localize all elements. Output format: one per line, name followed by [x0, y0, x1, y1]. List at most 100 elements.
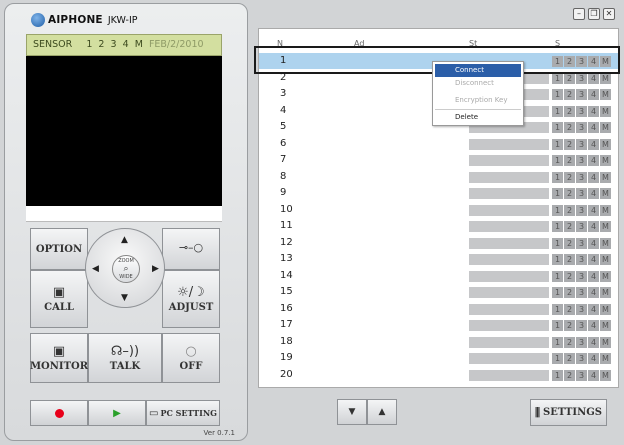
scroll-up-button[interactable]: ▲ — [367, 399, 397, 425]
monitor-indicator: 1 — [552, 320, 563, 331]
list-row[interactable]: 16 1 2 3 4 M — [259, 301, 618, 317]
monitor-indicator: 2 — [564, 221, 575, 232]
monitor-indicator: 1 — [552, 353, 563, 364]
monitor-indicator: M — [600, 353, 611, 364]
monitor-indicator: 2 — [564, 254, 575, 265]
scroll-down-button[interactable]: ▼ — [337, 399, 367, 425]
monitor-indicators: 1234M — [551, 56, 611, 67]
status-bar — [469, 204, 549, 216]
restore-button[interactable]: ❐ — [588, 8, 600, 20]
adjust-button[interactable]: ☼/☽ ADJUST — [162, 270, 220, 328]
monitor-indicator: M — [600, 254, 611, 265]
right-arrow-button[interactable]: ▶ — [152, 264, 159, 274]
list-row[interactable]: 17 1 2 3 4 M — [259, 317, 618, 333]
play-button[interactable]: ▶ — [88, 400, 146, 426]
list-row[interactable]: 8 1234M — [259, 169, 618, 185]
row-number: 20 — [280, 368, 293, 380]
list-row[interactable]: 9 1234M — [259, 185, 618, 201]
monitor-button[interactable]: ▣ MONITOR — [30, 333, 88, 383]
monitor-indicator: 3 — [576, 105, 587, 117]
row-number: 18 — [280, 335, 293, 347]
monitor-indicator: 3 — [576, 254, 587, 265]
up-arrow-button[interactable]: ▲ — [121, 235, 128, 245]
list-row[interactable]: 12 1 2 3 4 M — [259, 235, 618, 251]
sensor-number: 2 — [98, 39, 105, 50]
monitor-indicator: 1 — [552, 204, 563, 216]
monitor-indicator: 4 — [588, 204, 599, 216]
monitor-indicators: 1234M — [551, 320, 611, 331]
row-number: 6 — [280, 137, 287, 149]
status-bar — [469, 287, 549, 298]
monitor-indicator: 4 — [588, 237, 599, 249]
key-button[interactable]: ⊸–○ — [162, 228, 220, 270]
monitor-indicator: 4 — [588, 320, 599, 331]
minimize-button[interactable]: – — [573, 8, 585, 20]
list-row[interactable]: 7 1234M — [259, 152, 618, 168]
sensor-date: FEB/2/2010 — [148, 39, 204, 50]
monitor-indicator: 2 — [564, 122, 575, 133]
record-button[interactable] — [30, 400, 88, 426]
monitor-indicators: 1234M — [551, 72, 611, 84]
row-number: 12 — [280, 236, 293, 248]
list-row[interactable]: 14 1 2 3 4 M — [259, 268, 618, 284]
status-bar — [469, 171, 549, 183]
row-number: 15 — [280, 286, 293, 297]
zoom-button[interactable]: ZOOM ⌕ WIDE — [112, 255, 140, 283]
pc-setting-icon: ▭ — [148, 407, 159, 419]
monitor-indicator: 1 — [552, 72, 563, 84]
call-button[interactable]: ▣ CALL — [30, 270, 88, 328]
menu-item-delete[interactable]: Delete — [435, 111, 521, 124]
monitor-indicator: 1 — [552, 89, 563, 100]
monitor-indicator: 2 — [564, 105, 575, 117]
monitor-indicator: 1 — [552, 254, 563, 265]
down-arrow-button[interactable]: ▼ — [121, 293, 128, 303]
settings-button[interactable]: ⫼ SETTINGS — [530, 399, 607, 426]
list-row[interactable]: 15 1 2 3 4 M — [259, 284, 618, 300]
list-row[interactable]: 20 1 2 3 4 M — [259, 367, 618, 383]
monitor-indicator: 1 — [552, 56, 563, 67]
status-bar — [469, 369, 549, 381]
call-icon: ▣ — [52, 284, 66, 300]
monitor-indicator: 3 — [576, 336, 587, 348]
monitor-indicator: 2 — [564, 287, 575, 298]
talk-button[interactable]: ☊–)) TALK — [88, 333, 162, 383]
monitor-indicator: 2 — [564, 89, 575, 100]
monitor-indicators: 1234M — [551, 155, 611, 166]
monitor-indicator: 3 — [576, 72, 587, 84]
list-row[interactable]: 11 1 2 3 4 M — [259, 218, 618, 234]
sensor-label: SENSOR — [33, 39, 73, 50]
list-row[interactable]: 10 1 2 3 4 M — [259, 202, 618, 218]
sensor-number: 1 — [86, 39, 93, 50]
monitor-indicator: 3 — [576, 270, 587, 282]
list-row[interactable]: 6 1234M — [259, 136, 618, 152]
list-row[interactable]: 19 1 2 3 4 M — [259, 350, 618, 366]
left-arrow-button[interactable]: ◀ — [92, 264, 99, 274]
monitor-indicator: 1 — [552, 336, 563, 348]
monitor-indicator: 1 — [552, 287, 563, 298]
option-button[interactable]: OPTION — [30, 228, 88, 270]
monitor-indicator: M — [600, 336, 611, 348]
list-row[interactable]: 18 1 2 3 4 M — [259, 334, 618, 350]
monitor-indicators: 1234M — [551, 353, 611, 364]
monitor-indicator: 3 — [576, 89, 587, 100]
menu-item-encryption-key[interactable]: Encryption Key — [435, 94, 521, 107]
row-number: 13 — [280, 253, 293, 264]
monitor-indicator: 3 — [576, 353, 587, 364]
monitor-indicators: 1234M — [551, 221, 611, 232]
row-number: 8 — [280, 170, 287, 182]
monitor-indicator: 2 — [564, 155, 575, 166]
close-button[interactable]: ✕ — [603, 8, 615, 20]
monitor-indicator: M — [600, 122, 611, 133]
monitor-indicators: 1234M — [551, 303, 611, 315]
menu-item-disconnect[interactable]: Disconnect — [435, 77, 521, 90]
monitor-indicators: 1234M — [551, 105, 611, 117]
monitor-label: MONITOR — [29, 360, 89, 372]
settings-icon: ⫼ — [534, 405, 541, 419]
monitor-indicator: 4 — [588, 105, 599, 117]
off-button[interactable]: ○ OFF — [162, 333, 220, 383]
list-row[interactable]: 13 1 2 3 4 M — [259, 251, 618, 267]
menu-item-connect[interactable]: Connect — [435, 64, 521, 77]
monitor-indicator: 1 — [552, 237, 563, 249]
pc-setting-button[interactable]: ▭ PC SETTING — [146, 400, 220, 426]
settings-label: SETTINGS — [543, 407, 602, 418]
